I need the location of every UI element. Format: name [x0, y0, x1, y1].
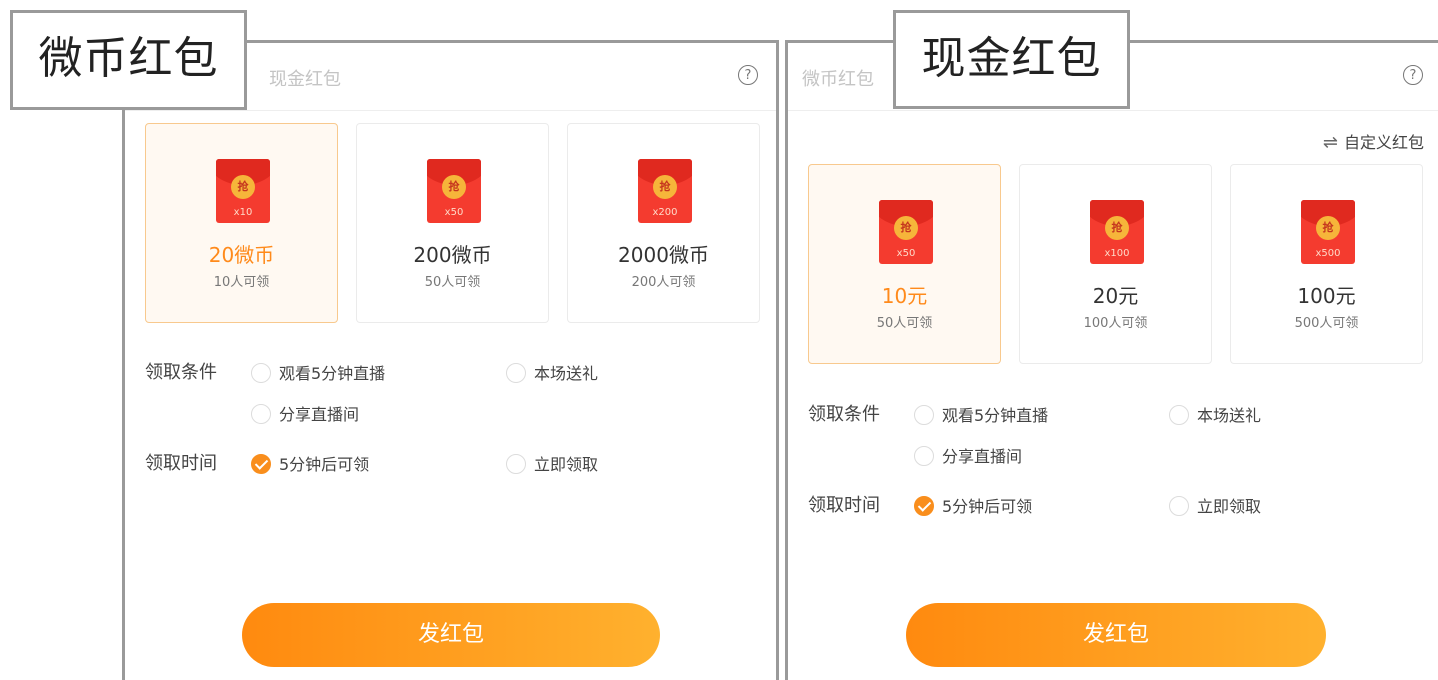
- option-label: 立即领取: [1197, 497, 1262, 516]
- envelope-seal: 抢: [1105, 216, 1129, 240]
- option-label: 观看5分钟直播: [942, 406, 1049, 425]
- option-label: 观看5分钟直播: [279, 364, 386, 383]
- time-option-now[interactable]: 立即领取: [1169, 493, 1261, 518]
- send-redpacket-button[interactable]: 发红包: [906, 603, 1326, 667]
- tab-weibi-redpacket[interactable]: 微币红包: [802, 65, 874, 91]
- packet-option-card[interactable]: 抢 x10 20微币 10人可领: [145, 123, 338, 323]
- red-envelope-icon: 抢 x50: [427, 159, 481, 223]
- radio-icon: [914, 445, 934, 466]
- envelope-qty: x10: [233, 207, 253, 218]
- envelope-qty: x500: [1315, 248, 1341, 259]
- packet-option-card[interactable]: 抢 x500 100元 500人可领: [1230, 164, 1423, 364]
- option-label: 立即领取: [534, 455, 599, 474]
- option-label: 本场送礼: [1197, 406, 1262, 425]
- envelope-qty: x50: [896, 248, 916, 259]
- packet-amount: 2000微币: [618, 243, 709, 267]
- condition-option-share[interactable]: 分享直播间: [914, 443, 1022, 468]
- swap-icon: ⇌: [1322, 132, 1338, 153]
- packet-option-card[interactable]: 抢 x100 20元 100人可领: [1019, 164, 1212, 364]
- weibi-redpacket-heading: 微币红包: [10, 10, 247, 110]
- custom-redpacket-link[interactable]: ⇌ 自定义红包: [1323, 129, 1424, 153]
- send-redpacket-button[interactable]: 发红包: [242, 603, 660, 667]
- option-label: 5分钟后可领: [279, 455, 370, 474]
- packet-amount: 100元: [1297, 284, 1356, 308]
- option-label: 本场送礼: [534, 364, 599, 383]
- condition-option-watch[interactable]: 观看5分钟直播: [914, 402, 1048, 427]
- cash-redpacket-heading: 现金红包: [893, 10, 1130, 109]
- envelope-seal: 抢: [653, 175, 677, 199]
- packet-people: 500人可领: [1294, 316, 1359, 331]
- red-envelope-icon: 抢 x10: [216, 159, 270, 223]
- packet-people: 10人可领: [213, 275, 270, 290]
- red-envelope-icon: 抢 x200: [638, 159, 692, 223]
- radio-icon: [1169, 495, 1189, 516]
- packet-amount: 20微币: [208, 243, 275, 267]
- packet-people: 50人可领: [424, 275, 481, 290]
- time-option-delayed[interactable]: 5分钟后可领: [251, 451, 369, 476]
- packet-option-card[interactable]: 抢 x50 10元 50人可领: [808, 164, 1001, 364]
- condition-option-share[interactable]: 分享直播间: [251, 401, 359, 426]
- radio-icon: [506, 453, 526, 474]
- tab-cash-redpacket[interactable]: 现金红包: [269, 65, 341, 91]
- radio-icon: [251, 362, 271, 383]
- radio-checked-icon: [251, 453, 271, 474]
- option-label: 分享直播间: [279, 405, 360, 424]
- radio-icon: [251, 403, 271, 424]
- red-envelope-icon: 抢 x50: [879, 200, 933, 264]
- condition-label: 领取条件: [808, 404, 880, 425]
- envelope-seal: 抢: [231, 175, 255, 199]
- packet-people: 100人可领: [1083, 316, 1148, 331]
- time-label: 领取时间: [808, 495, 880, 516]
- packet-amount: 10元: [881, 284, 928, 308]
- custom-redpacket-label: 自定义红包: [1343, 133, 1424, 152]
- condition-label: 领取条件: [145, 362, 217, 383]
- condition-option-gift[interactable]: 本场送礼: [1169, 402, 1261, 427]
- option-label: 分享直播间: [942, 447, 1023, 466]
- envelope-seal: 抢: [442, 175, 466, 199]
- red-envelope-icon: 抢 x100: [1090, 200, 1144, 264]
- radio-icon: [1169, 404, 1189, 425]
- radio-checked-icon: [914, 495, 934, 516]
- packet-amount: 20元: [1092, 284, 1139, 308]
- envelope-qty: x200: [652, 207, 678, 218]
- cash-redpacket-panel: 微币红包 ? ⇌ 自定义红包 抢 x50 10元 50人可领 抢 x100 20元…: [785, 40, 1438, 680]
- red-envelope-icon: 抢 x500: [1301, 200, 1355, 264]
- packet-people: 200人可领: [631, 275, 696, 290]
- option-label: 5分钟后可领: [942, 497, 1033, 516]
- envelope-qty: x100: [1104, 248, 1130, 259]
- weibi-redpacket-panel: 现金红包 ? 抢 x10 20微币 10人可领 抢 x50 200微币 50人可…: [122, 40, 779, 680]
- packet-amount: 200微币: [413, 243, 492, 267]
- condition-option-gift[interactable]: 本场送礼: [506, 360, 598, 385]
- time-option-now[interactable]: 立即领取: [506, 451, 598, 476]
- help-icon[interactable]: ?: [1403, 65, 1423, 85]
- condition-option-watch[interactable]: 观看5分钟直播: [251, 360, 385, 385]
- help-icon[interactable]: ?: [738, 65, 758, 85]
- radio-icon: [914, 404, 934, 425]
- radio-icon: [506, 362, 526, 383]
- time-option-delayed[interactable]: 5分钟后可领: [914, 493, 1032, 518]
- packet-option-card[interactable]: 抢 x200 2000微币 200人可领: [567, 123, 760, 323]
- packet-option-card[interactable]: 抢 x50 200微币 50人可领: [356, 123, 549, 323]
- packet-people: 50人可领: [876, 316, 933, 331]
- envelope-seal: 抢: [1316, 216, 1340, 240]
- envelope-seal: 抢: [894, 216, 918, 240]
- time-label: 领取时间: [145, 453, 217, 474]
- envelope-qty: x50: [444, 207, 464, 218]
